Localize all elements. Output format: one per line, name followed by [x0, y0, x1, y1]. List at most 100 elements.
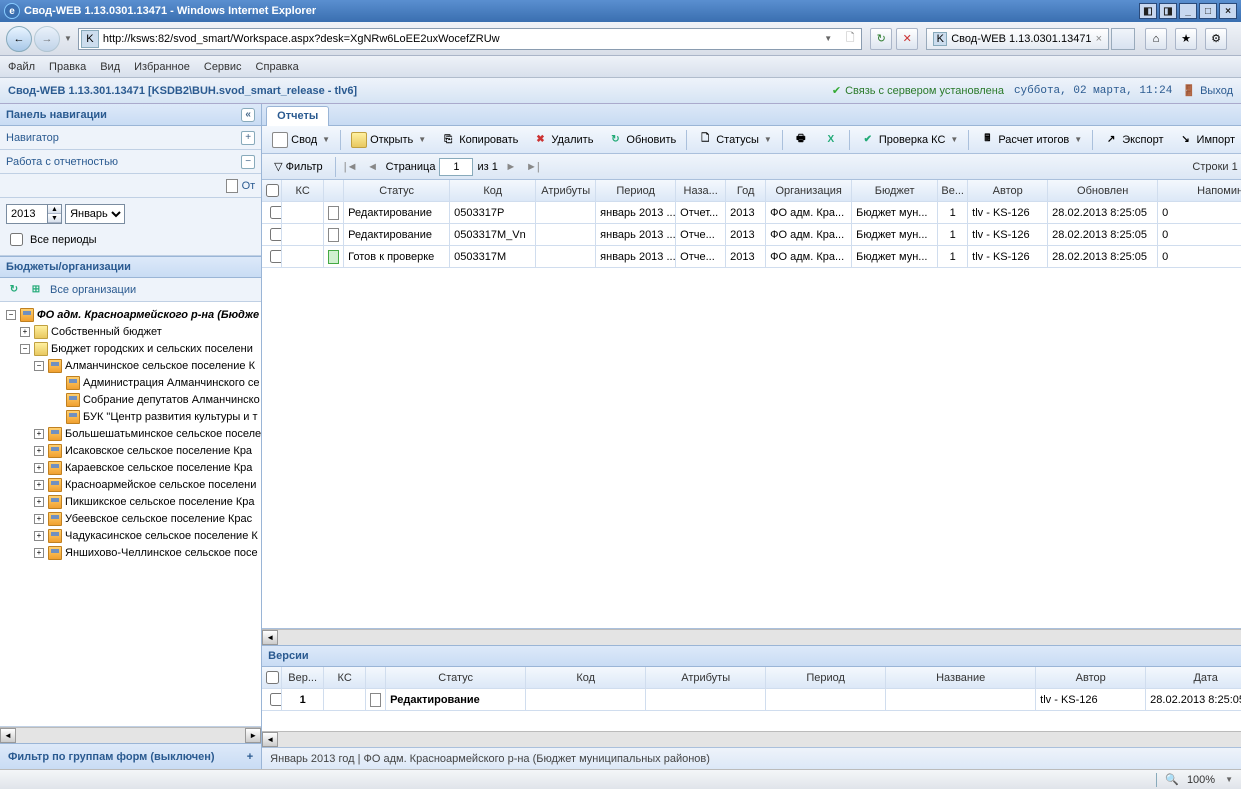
year-spinner[interactable]: ▲▼ [6, 204, 62, 224]
tools-button[interactable]: ⚙ [1205, 28, 1227, 50]
scroll-left-icon[interactable]: ◄ [262, 630, 278, 645]
menu-edit[interactable]: Правка [49, 61, 86, 73]
svod-button[interactable]: Свод▼ [266, 129, 336, 151]
snap-right-button[interactable]: ◨ [1159, 3, 1177, 19]
tree-krasnoarm[interactable]: +Красноармейское сельское поселени [0, 476, 261, 493]
refresh-button[interactable]: ↻Обновить [601, 129, 682, 151]
grid-hscroll[interactable]: ◄► [262, 629, 1241, 645]
tree-buk[interactable]: БУК "Центр развития культуры и т [0, 408, 261, 425]
col-org[interactable]: Организация [766, 180, 852, 201]
tab-reports[interactable]: Отчеты [266, 106, 329, 126]
tree-admin[interactable]: Администрация Алманчинского се [0, 374, 261, 391]
versions-hscroll[interactable]: ◄► [262, 731, 1241, 747]
favorites-button[interactable]: ★ [1175, 28, 1197, 50]
tree-root[interactable]: −ФО адм. Красноармейского р-на (Бюдже [0, 306, 261, 323]
calc-button[interactable]: 🖩Расчет итогов▼ [973, 129, 1088, 151]
expand-icon[interactable]: + [34, 548, 44, 558]
vcol-period[interactable]: Период [766, 667, 886, 688]
url-dropdown-icon[interactable]: ▼ [819, 30, 837, 48]
all-periods-input[interactable] [10, 233, 23, 246]
vcol-status[interactable]: Статус [386, 667, 526, 688]
col-ver[interactable]: Ве... [938, 180, 968, 201]
grid-row[interactable]: Редактирование 0503317M_Vn январь 2013 .… [262, 224, 1241, 246]
tree-ubeev[interactable]: +Убеевское сельское поселение Крас [0, 510, 261, 527]
menu-favorites[interactable]: Избранное [134, 61, 190, 73]
expand-icon[interactable]: + [34, 463, 44, 473]
open-button[interactable]: Открыть▼ [345, 129, 432, 151]
address-bar[interactable]: K ▼ 🗋 [78, 28, 862, 50]
year-up-icon[interactable]: ▲ [48, 205, 61, 214]
col-updated[interactable]: Обновлен [1048, 180, 1158, 201]
stop-button[interactable]: ✕ [896, 28, 918, 50]
maximize-button[interactable]: □ [1199, 3, 1217, 19]
delete-button[interactable]: ✖Удалить [526, 129, 599, 151]
vcol-attr[interactable]: Атрибуты [646, 667, 766, 688]
close-button[interactable]: × [1219, 3, 1237, 19]
col-status[interactable]: Статус [344, 180, 450, 201]
tab-close-button[interactable]: × [1096, 33, 1102, 45]
excel-button[interactable]: X [817, 129, 845, 151]
col-year[interactable]: Год [726, 180, 766, 201]
exit-button[interactable]: 🚪 Выход [1182, 84, 1233, 97]
expand-icon[interactable]: + [34, 497, 44, 507]
expand-filter-button[interactable]: + [247, 751, 253, 763]
tree-pikshik[interactable]: +Пикшикское сельское поселение Кра [0, 493, 261, 510]
collapse-icon[interactable]: − [34, 361, 44, 371]
forward-button[interactable]: → [34, 26, 60, 52]
collapse-panel-button[interactable]: « [241, 108, 255, 122]
sidebar-hscroll[interactable]: ◄► [0, 727, 261, 743]
all-orgs-label[interactable]: Все организации [50, 284, 136, 296]
expand-icon[interactable]: + [20, 327, 30, 337]
refresh-button[interactable]: ↻ [870, 28, 892, 50]
row-checkbox[interactable] [270, 228, 282, 241]
col-remind[interactable]: Напомин [1158, 180, 1241, 201]
work-reports-row[interactable]: Работа с отчетностью − [0, 150, 261, 174]
back-button[interactable]: ← [6, 26, 32, 52]
menu-file[interactable]: Файл [8, 61, 35, 73]
col-period[interactable]: Период [596, 180, 676, 201]
scroll-right-icon[interactable]: ► [245, 728, 261, 743]
menu-service[interactable]: Сервис [204, 61, 242, 73]
url-input[interactable] [101, 30, 817, 48]
scroll-left-icon[interactable]: ◄ [0, 728, 16, 743]
year-input[interactable] [7, 207, 47, 221]
expand-icon[interactable]: + [34, 446, 44, 456]
last-page-button[interactable]: ►| [524, 158, 542, 176]
row-checkbox[interactable] [270, 250, 282, 263]
col-author[interactable]: Автор [968, 180, 1048, 201]
vcol-author[interactable]: Автор [1036, 667, 1146, 688]
grid-row[interactable]: Готов к проверке 0503317M январь 2013 ..… [262, 246, 1241, 268]
home-button[interactable]: ⌂ [1145, 28, 1167, 50]
tree-sobranie[interactable]: Собрание депутатов Алманчинско [0, 391, 261, 408]
dropdown-icon[interactable]: ▼ [764, 135, 772, 144]
tree-city-budget[interactable]: −Бюджет городских и сельских поселени [0, 340, 261, 357]
navigator-row[interactable]: Навигатор + [0, 126, 261, 150]
all-periods-checkbox[interactable]: Все периоды [6, 230, 255, 249]
tree-almanchin[interactable]: −Алманчинское сельское поселение К [0, 357, 261, 374]
tree-chadukas[interactable]: +Чадукасинское сельское поселение К [0, 527, 261, 544]
new-tab-button[interactable] [1111, 28, 1135, 50]
expand-icon[interactable]: + [34, 531, 44, 541]
form-filter-footer[interactable]: Фильтр по группам форм (выключен) + [0, 743, 261, 769]
vselect-all-checkbox[interactable] [266, 671, 279, 684]
minimize-button[interactable]: _ [1179, 3, 1197, 19]
vcol-code[interactable]: Код [526, 667, 646, 688]
vcol-name[interactable]: Название [886, 667, 1036, 688]
status-button[interactable]: 🗋Статусы▼ [691, 129, 778, 151]
col-name[interactable]: Наза... [676, 180, 726, 201]
expand-navigator-button[interactable]: + [241, 131, 255, 145]
vcol-ks[interactable]: КС [324, 667, 366, 688]
import-button[interactable]: ↘Импорт [1172, 129, 1241, 151]
copy-button[interactable]: ⎘Копировать [434, 129, 524, 151]
refresh-orgs-icon[interactable]: ↻ [6, 282, 22, 298]
prev-page-button[interactable]: ◄ [364, 158, 382, 176]
col-ks[interactable]: КС [282, 180, 324, 201]
dropdown-icon[interactable]: ▼ [322, 135, 330, 144]
month-select[interactable]: Январь [65, 204, 125, 224]
collapse-icon[interactable]: − [20, 344, 30, 354]
check-button[interactable]: ✔Проверка КС▼ [854, 129, 964, 151]
collapse-icon[interactable]: − [6, 310, 16, 320]
col-code[interactable]: Код [450, 180, 536, 201]
dropdown-icon[interactable]: ▼ [950, 135, 958, 144]
report-icon[interactable] [226, 179, 238, 193]
